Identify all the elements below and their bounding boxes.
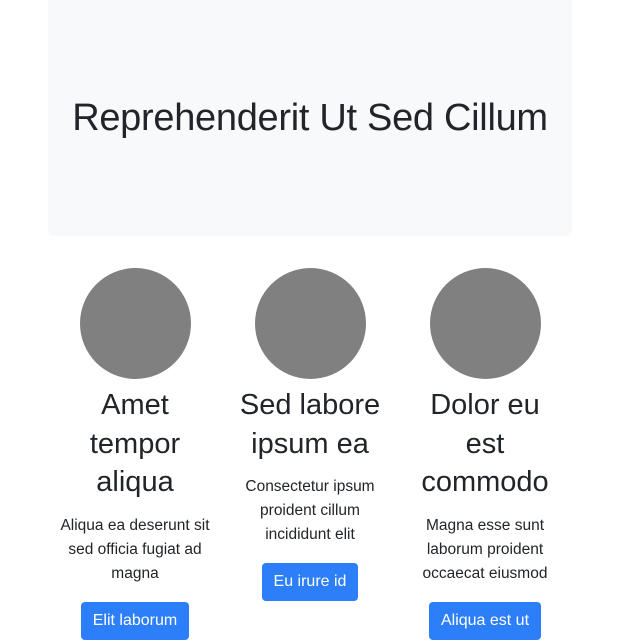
- card-title: Sed labore ipsum ea: [239, 389, 381, 460]
- card-button[interactable]: Aliqua est ut: [428, 601, 542, 640]
- avatar-placeholder: [254, 268, 366, 379]
- avatar-placeholder: [429, 268, 541, 379]
- feature-card: Sed labore ipsum ea Consectetur ipsum pr…: [223, 268, 397, 640]
- feature-card: Dolor eu est commodo Magna esse sunt lab…: [398, 268, 572, 640]
- card-button[interactable]: Eu irure id: [261, 563, 359, 601]
- card-title: Amet tempor aliqua: [89, 389, 181, 498]
- card-text: Aliqua ea deserunt sit sed officia fugia…: [60, 516, 210, 582]
- card-text: Consectetur ipsum proident cillum incidi…: [245, 478, 375, 543]
- card-text: Magna esse sunt laborum proident occaeca…: [422, 516, 548, 582]
- card-button[interactable]: Elit laborum: [80, 601, 190, 640]
- card-title: Dolor eu est commodo: [421, 389, 549, 498]
- page-title: Reprehenderit Ut Sed Cillum: [72, 96, 548, 139]
- hero-banner: Reprehenderit Ut Sed Cillum: [48, 0, 572, 236]
- feature-cards: Amet tempor aliqua Aliqua ea deserunt si…: [48, 268, 572, 640]
- feature-card: Amet tempor aliqua Aliqua ea deserunt si…: [48, 268, 222, 640]
- avatar-placeholder: [79, 268, 191, 379]
